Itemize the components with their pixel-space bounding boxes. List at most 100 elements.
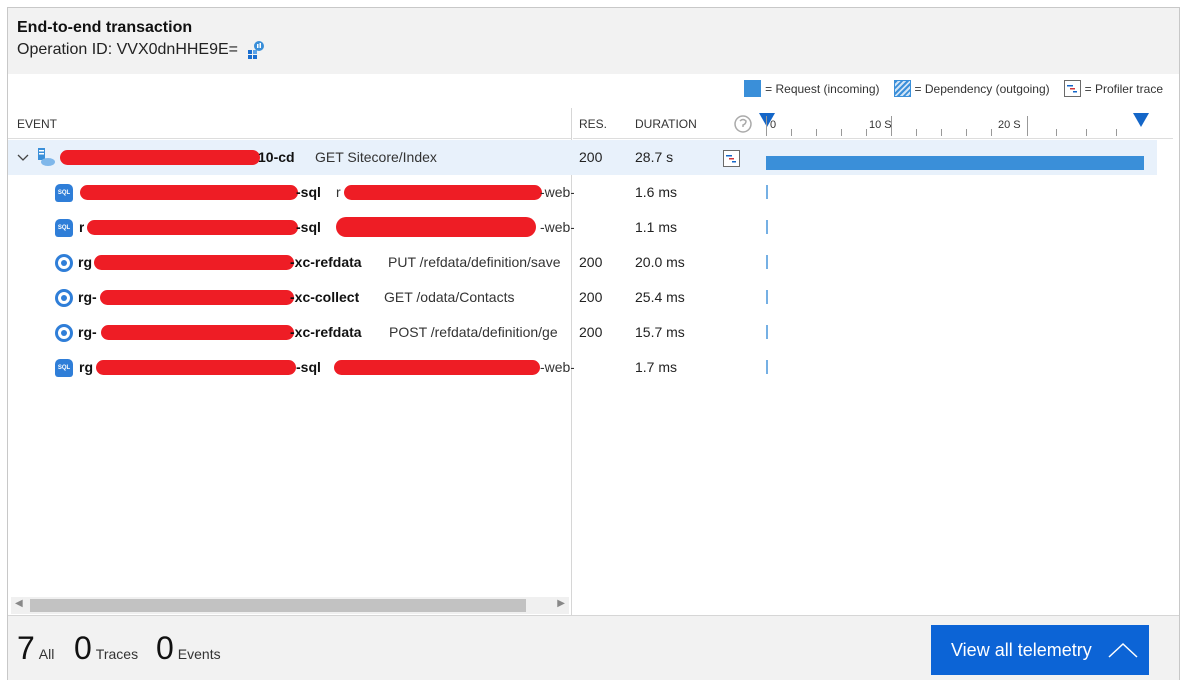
event-name-prefix: rg [78,254,92,270]
event-duration: 1.6 ms [635,184,678,200]
profiler-trace-icon[interactable] [723,150,740,167]
tick-label-20s: 20 S [998,119,1021,131]
app-service-icon [55,289,73,307]
operation-id-text: Operation ID: VVX0dnHHE9E= [17,41,239,58]
event-duration: 28.7 s [635,149,674,165]
events-count[interactable]: 0 Events [156,630,221,667]
scrollbar-thumb[interactable] [30,599,526,612]
sql-database-icon: SQL [55,184,73,202]
timeline-bar-dependency[interactable] [766,220,768,234]
events-count-value: 0 [156,630,174,666]
event-res: 200 [579,254,603,270]
app-service-icon [55,324,73,342]
event-operation: GET /odata/Contacts [384,289,515,305]
tick-label-10s: 10 S [869,119,892,131]
events-count-label: Events [177,646,221,662]
redaction [87,220,298,235]
legend-dependency-label: = Dependency (outgoing) [914,81,1050,96]
table-row[interactable]: SQL -sql r -web- 1.6 ms [8,175,1157,210]
timeline-bar-request[interactable] [766,156,1144,170]
table-row[interactable]: rg -xc-refdata PUT /refdata/definition/s… [8,245,1157,280]
event-name: -xc-collect [290,289,360,305]
timeline-bar-dependency[interactable] [766,360,768,374]
legend-dependency: = Dependency (outgoing) [893,80,1050,97]
event-name: 10-cd [258,149,295,165]
redaction [100,290,294,305]
event-operation-suffix: -web- [540,359,574,375]
traces-count-value: 0 [74,630,92,666]
event-name: -sql [296,219,321,235]
chevron-down-icon[interactable] [17,152,29,164]
redaction [334,360,540,375]
reset-zoom-icon[interactable] [733,114,753,134]
sql-database-icon: SQL [55,359,73,377]
timeline-end-handle[interactable] [1133,113,1149,127]
cloud-service-icon [38,148,55,166]
redaction [80,185,298,200]
redaction [94,255,294,270]
scroll-right-icon[interactable]: ▶ [557,598,565,609]
event-name-prefix: rg- [78,289,97,305]
timeline-bar-dependency[interactable] [766,290,768,304]
legend: = Request (incoming) = Dependency (outgo… [730,80,1163,97]
summary-footer: 7 All 0 Traces 0 Events View all telemet… [8,615,1179,680]
event-operation: GET Sitecore/Index [315,149,437,165]
event-name-prefix: rg- [78,324,97,340]
panel-header: End-to-end transaction Operation ID: VVX… [8,8,1179,74]
event-duration: 25.4 ms [635,289,685,305]
timeline-bar-dependency[interactable] [766,255,768,269]
request-swatch [744,80,762,97]
all-count-value: 7 [17,630,35,666]
traces-count[interactable]: 0 Traces [74,630,138,667]
event-operation-prefix: r [336,184,341,200]
event-name: -sql [296,184,321,200]
sql-database-icon: SQL [55,219,73,237]
all-count-label: All [38,646,55,662]
horizontal-scrollbar[interactable]: ◀ ▶ [11,597,569,614]
event-res: 200 [579,324,603,340]
event-res: 200 [579,289,603,305]
event-duration: 1.7 ms [635,359,678,375]
timeline-axis: 0 10 S 20 S [759,113,1149,139]
column-header-res[interactable]: RES. [579,117,607,131]
page-title: End-to-end transaction [17,19,193,36]
table-row[interactable]: rg- -xc-refdata POST /refdata/definition… [8,315,1157,350]
event-res: 200 [579,149,603,165]
event-operation: PUT /refdata/definition/save [388,254,561,270]
app-service-icon [55,254,73,272]
column-header-event[interactable]: EVENT [17,117,57,131]
view-all-telemetry-button[interactable]: View all telemetry [931,625,1149,675]
event-name-prefix: rg [79,359,93,375]
header-divider [8,138,572,139]
event-operation: POST /refdata/definition/ge [389,324,558,340]
profiler-trace-icon [1063,80,1081,97]
application-insights-icon[interactable] [246,40,266,60]
event-duration: 20.0 ms [635,254,685,270]
redaction [96,360,296,375]
table-row[interactable]: SQL rg -sql -web- 1.7 ms [8,350,1157,385]
redaction [101,325,294,340]
all-count[interactable]: 7 All [17,630,54,667]
timeline-bar-dependency[interactable] [766,185,768,199]
dependency-swatch [893,80,911,97]
timeline-bar-dependency[interactable] [766,325,768,339]
legend-request-label: = Request (incoming) [765,81,880,96]
event-operation-suffix: -web- [540,219,574,235]
column-header-duration[interactable]: DURATION [635,117,697,131]
table-row[interactable]: SQL r -sql -web- 1.1 ms [8,210,1157,245]
legend-profiler: = Profiler trace [1063,80,1163,97]
redaction [60,150,260,165]
event-name: -sql [296,359,321,375]
table-row[interactable]: rg- -xc-collect GET /odata/Contacts 200 … [8,280,1157,315]
operation-id: Operation ID: VVX0dnHHE9E= [17,40,266,60]
redaction [336,217,536,237]
event-name-prefix: r [79,219,85,235]
event-operation-suffix: -web- [540,184,574,200]
event-duration: 15.7 ms [635,324,685,340]
event-name: -xc-refdata [290,254,362,270]
legend-request: = Request (incoming) [744,80,880,97]
event-duration: 1.1 ms [635,219,678,235]
view-all-telemetry-label: View all telemetry [951,639,1092,660]
event-name: -xc-refdata [290,324,362,340]
scroll-left-icon[interactable]: ◀ [15,598,23,609]
